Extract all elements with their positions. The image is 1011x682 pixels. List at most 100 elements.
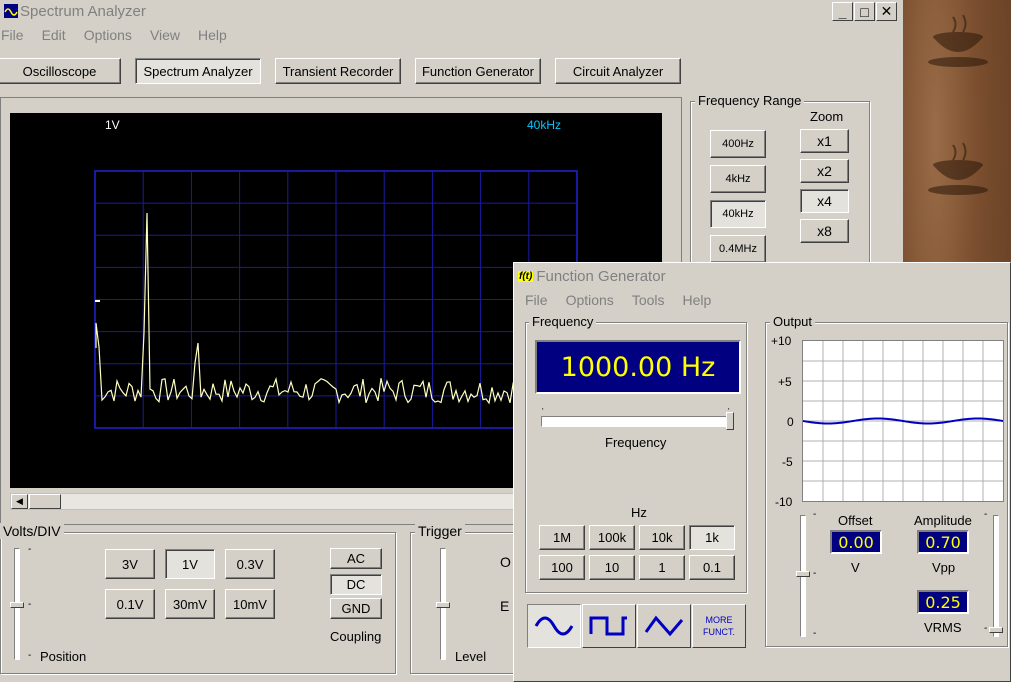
square-wave-button[interactable]	[582, 604, 636, 648]
amplitude-unit: Vpp	[932, 560, 956, 575]
frequency-display: 1000.00 Hz	[535, 340, 741, 394]
coupling-ac-button[interactable]: AC	[330, 548, 382, 569]
freq-10-button[interactable]: 10	[589, 555, 635, 580]
main-window-title: Spectrum Analyzer	[20, 2, 146, 20]
frequency-slider-label: Frequency	[605, 435, 667, 450]
trigger-partial-e: E	[500, 598, 510, 614]
freq-100-button[interactable]: 100	[539, 555, 585, 580]
main-menu-bar: File Edit Options View Help	[0, 23, 236, 47]
menu-view[interactable]: View	[141, 27, 189, 43]
freq-1m-button[interactable]: 1M	[539, 525, 585, 550]
minimize-button[interactable]: _	[832, 2, 853, 21]
volts-div-label: Volts/DIV	[0, 523, 64, 539]
main-title-bar[interactable]: Spectrum Analyzer	[0, 0, 903, 22]
offset-label: Offset	[838, 513, 873, 528]
volts-3v-button[interactable]: 3V	[105, 549, 155, 579]
coupling-gnd-button[interactable]: GND	[330, 598, 382, 619]
frequency-range-label: Frequency Range	[695, 93, 805, 108]
maximize-icon: □	[860, 3, 869, 20]
offset-slider-tick-top: -	[813, 509, 817, 520]
freq-1-button[interactable]: 1	[639, 555, 685, 580]
amp-slider-tick-top: -	[984, 509, 988, 520]
trigger-partial-o: O	[500, 554, 511, 570]
zoom-x4-button[interactable]: x4	[800, 189, 849, 213]
tab-oscilloscope[interactable]: Oscilloscope	[0, 58, 121, 84]
more-functions-button[interactable]: MORE FUNCT.	[692, 604, 746, 648]
hz-label: Hz	[631, 505, 647, 520]
fg-window-title: Function Generator	[536, 267, 666, 285]
zoom-x1-button[interactable]: x1	[800, 129, 849, 153]
tab-circuit-analyzer[interactable]: Circuit Analyzer	[555, 58, 681, 84]
volts-1v-button[interactable]: 1V	[165, 549, 215, 579]
app-wave-icon	[4, 4, 18, 18]
scroll-left-button[interactable]: ◀	[11, 494, 28, 509]
vrms-display: 0.25	[917, 590, 969, 614]
coffee-cup-icon	[928, 14, 988, 67]
tab-transient-recorder[interactable]: Transient Recorder	[275, 58, 401, 84]
maximize-button[interactable]: □	[854, 2, 875, 21]
range-400hz-button[interactable]: 400Hz	[710, 130, 766, 158]
range-4khz-button[interactable]: 4kHz	[710, 165, 766, 193]
tab-function-generator[interactable]: Function Generator	[415, 58, 541, 84]
y-label-minus5: -5	[782, 455, 793, 469]
y-label-plus5: +5	[778, 375, 792, 389]
offset-slider-tick-mid: -	[813, 568, 817, 579]
volts-0.3v-button[interactable]: 0.3V	[225, 549, 275, 579]
sine-wave-icon	[534, 616, 574, 636]
coupling-label: Coupling	[330, 629, 382, 644]
menu-help[interactable]: Help	[189, 27, 236, 43]
level-label: Level	[455, 649, 487, 664]
coupling-dc-button[interactable]: DC	[330, 574, 382, 595]
volts-30mv-button[interactable]: 30mV	[165, 589, 215, 619]
range-40khz-button[interactable]: 40kHz	[710, 200, 766, 228]
sine-wave-button[interactable]	[527, 604, 581, 648]
zoom-x2-button[interactable]: x2	[800, 159, 849, 183]
freq-100k-button[interactable]: 100k	[589, 525, 635, 550]
vrms-unit: VRMS	[924, 620, 962, 635]
menu-options[interactable]: Options	[75, 27, 141, 43]
frequency-slider-thumb[interactable]	[726, 412, 734, 430]
square-wave-icon	[589, 616, 627, 636]
close-icon: ✕	[880, 3, 893, 19]
volts-10mv-button[interactable]: 10mV	[225, 589, 275, 619]
freq-1k-button[interactable]: 1k	[689, 525, 735, 550]
offset-slider-thumb[interactable]	[796, 571, 810, 577]
slider-tick-mid: -	[28, 599, 32, 610]
zoom-x8-button[interactable]: x8	[800, 219, 849, 243]
fg-menu-options[interactable]: Options	[557, 292, 623, 308]
triangle-wave-button[interactable]	[637, 604, 691, 648]
triangle-wave-icon	[644, 615, 684, 637]
menu-file[interactable]: File	[0, 27, 33, 43]
scroll-thumb[interactable]	[29, 494, 61, 509]
more-functions-line1: MORE	[705, 615, 733, 625]
volts-readout: 1V	[105, 118, 120, 132]
fg-menu-tools[interactable]: Tools	[623, 292, 674, 308]
more-functions-line2: FUNCT.	[703, 627, 735, 637]
amplitude-label: Amplitude	[914, 513, 972, 528]
amplitude-slider-track[interactable]	[993, 515, 999, 637]
slider-tick-top: -	[28, 544, 32, 555]
fg-app-icon: f(t)	[518, 270, 534, 282]
level-slider-thumb[interactable]	[436, 602, 450, 608]
trigger-label: Trigger	[415, 523, 465, 539]
output-plot-svg	[802, 341, 1004, 501]
fg-menu-help[interactable]: Help	[674, 292, 721, 308]
y-label-plus10: +10	[771, 334, 792, 348]
fg-title-bar[interactable]: f(t) Function Generator	[514, 265, 1010, 287]
freq-10k-button[interactable]: 10k	[639, 525, 685, 550]
amplitude-slider-thumb[interactable]	[989, 627, 1003, 633]
tab-spectrum-analyzer[interactable]: Spectrum Analyzer	[135, 58, 261, 84]
y-label-zero: 0	[787, 415, 794, 429]
fg-menu-file[interactable]: File	[516, 292, 557, 308]
offset-slider-tick-bottom: -	[813, 628, 817, 639]
position-slider-thumb[interactable]	[10, 602, 24, 608]
range-0.4mhz-button[interactable]: 0.4MHz	[710, 235, 766, 263]
coffee-cup-icon	[928, 142, 988, 195]
offset-unit: V	[851, 560, 860, 575]
close-button[interactable]: ✕	[876, 2, 897, 21]
volts-0.1v-button[interactable]: 0.1V	[105, 589, 155, 619]
menu-edit[interactable]: Edit	[33, 27, 75, 43]
frequency-slider-track[interactable]	[541, 416, 733, 427]
freq-0.1-button[interactable]: 0.1	[689, 555, 735, 580]
amp-slider-tick-bottom: -	[984, 623, 988, 634]
